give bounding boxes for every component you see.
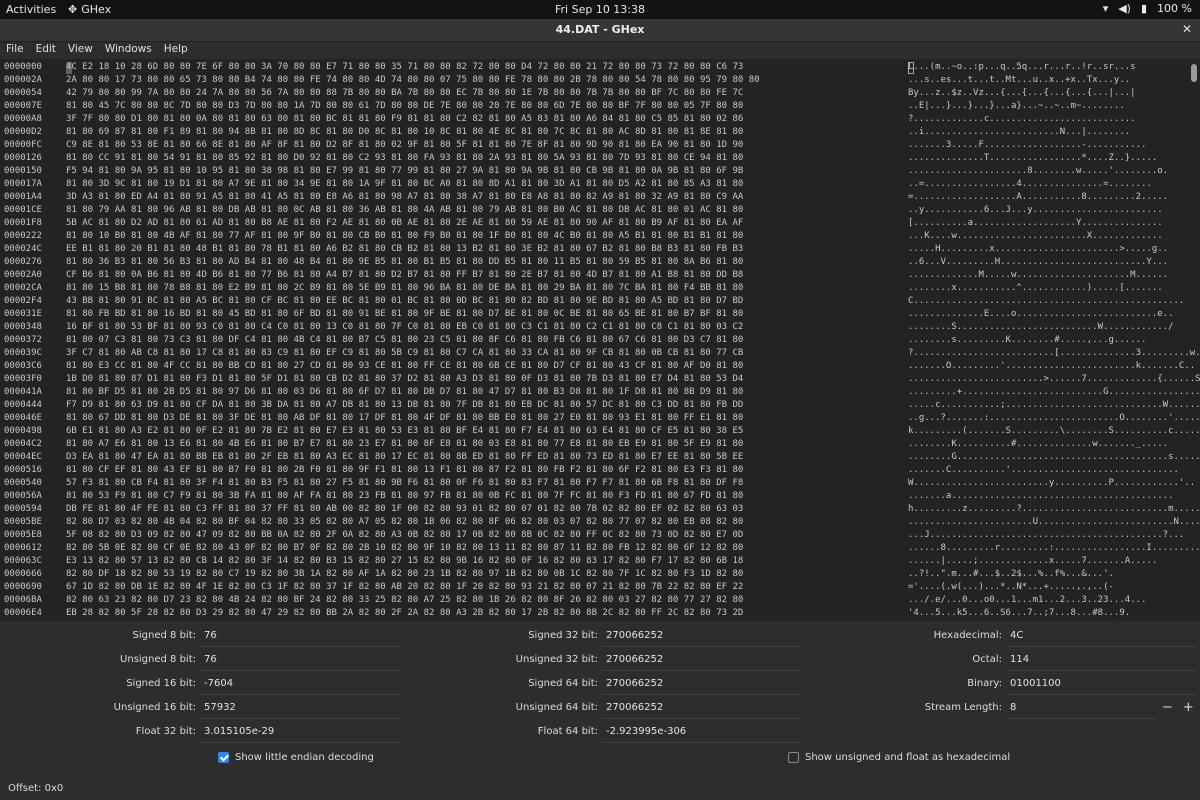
binary-label: Binary: xyxy=(967,678,1002,689)
hex-editor-view[interactable]: 0000000 000002A 0000054 000007E 00000A8 … xyxy=(0,59,1200,621)
menu-view[interactable]: View xyxy=(62,42,99,58)
checkbox-checked-icon xyxy=(218,752,229,763)
window-title: 44.DAT - GHex xyxy=(555,23,645,36)
activities-button[interactable]: Activities xyxy=(6,3,56,16)
signed64-label: Signed 64 bit: xyxy=(528,678,598,689)
ghex-app-icon: ✥ xyxy=(68,3,78,16)
hex-column[interactable]: 4C E2 18 10 28 6D 80 80 7E 6F 80 80 3A 7… xyxy=(66,61,760,621)
float32-field[interactable]: 3.015105e-29 xyxy=(200,722,402,743)
unsigned-hex-checkbox[interactable]: Show unsigned and float as hexadecimal xyxy=(788,752,1010,763)
unsigned8-label: Unsigned 8 bit: xyxy=(120,654,196,665)
signed64-field[interactable]: 270066252 xyxy=(602,674,802,695)
status-bar-offset: Offset: 0x0 xyxy=(8,783,64,794)
signed16-label: Signed 16 bit: xyxy=(126,678,196,689)
offset-column: 0000000 000002A 0000054 000007E 00000A8 … xyxy=(4,62,42,618)
unsigned8-field[interactable]: 76 xyxy=(200,650,402,671)
close-icon[interactable]: ✕ xyxy=(1182,22,1192,36)
volume-icon: ◀) xyxy=(1118,2,1131,15)
signed16-field[interactable]: -7604 xyxy=(200,674,402,695)
stream-length-stepper: − + xyxy=(1162,700,1194,715)
stream-length-label: Stream Length: xyxy=(924,702,1002,713)
little-endian-checkbox[interactable]: Show little endian decoding xyxy=(218,752,374,763)
app-menu-label: GHex xyxy=(81,3,112,16)
conversions-panel: Signed 8 bit: 76 Unsigned 8 bit: 76 Sign… xyxy=(0,622,1200,778)
unsigned64-field[interactable]: 270066252 xyxy=(602,698,802,719)
float64-field[interactable]: -2.923995e-306 xyxy=(602,722,802,743)
signed32-label: Signed 32 bit: xyxy=(528,630,598,641)
unsigned16-field[interactable]: 57932 xyxy=(200,698,402,719)
signed32-field[interactable]: 270066252 xyxy=(602,626,802,647)
menu-windows[interactable]: Windows xyxy=(99,42,158,58)
scrollbar-thumb[interactable] xyxy=(1191,64,1197,82)
battery-icon: ▮ xyxy=(1140,2,1148,15)
wifi-icon: ▾ xyxy=(1102,2,1109,15)
stream-length-field[interactable]: 8 xyxy=(1006,698,1156,719)
app-menu[interactable]: ✥ GHex xyxy=(68,3,111,16)
signed8-label: Signed 8 bit: xyxy=(132,630,196,641)
signed8-field[interactable]: 76 xyxy=(200,626,402,647)
menu-file[interactable]: File xyxy=(0,42,30,58)
binary-field[interactable]: 01001100 xyxy=(1006,674,1196,695)
little-endian-label: Show little endian decoding xyxy=(235,752,374,763)
menu-help[interactable]: Help xyxy=(158,42,194,58)
hex-field[interactable]: 4C xyxy=(1006,626,1196,647)
unsigned-hex-label: Show unsigned and float as hexadecimal xyxy=(805,752,1011,763)
checkbox-unchecked-icon xyxy=(788,752,799,763)
unsigned16-label: Unsigned 16 bit: xyxy=(113,702,196,713)
battery-label: 100 % xyxy=(1157,2,1192,15)
clock[interactable]: Fri Sep 10 13:38 xyxy=(555,3,645,16)
float64-label: Float 64 bit: xyxy=(537,726,598,737)
window-titlebar: 44.DAT - GHex ✕ xyxy=(0,19,1200,42)
menu-bar: File Edit View Windows Help xyxy=(0,42,1200,58)
system-tray[interactable]: ▾ ◀) ▮ 100 % xyxy=(1103,2,1192,15)
plus-icon[interactable]: + xyxy=(1183,700,1194,715)
float32-label: Float 32 bit: xyxy=(135,726,196,737)
minus-icon[interactable]: − xyxy=(1162,700,1173,715)
ascii-column[interactable]: L...(m..~o..:p...q..5q...r...r..!r..sr..… xyxy=(908,61,1200,621)
unsigned64-label: Unsigned 64 bit: xyxy=(515,702,598,713)
unsigned32-field[interactable]: 270066252 xyxy=(602,650,802,671)
top-bar: Activities ✥ GHex Fri Sep 10 13:38 ▾ ◀) … xyxy=(0,0,1200,19)
menu-edit[interactable]: Edit xyxy=(30,42,62,58)
hex-label: Hexadecimal: xyxy=(933,630,1002,641)
octal-field[interactable]: 114 xyxy=(1006,650,1196,671)
octal-label: Octal: xyxy=(972,654,1002,665)
unsigned32-label: Unsigned 32 bit: xyxy=(515,654,598,665)
